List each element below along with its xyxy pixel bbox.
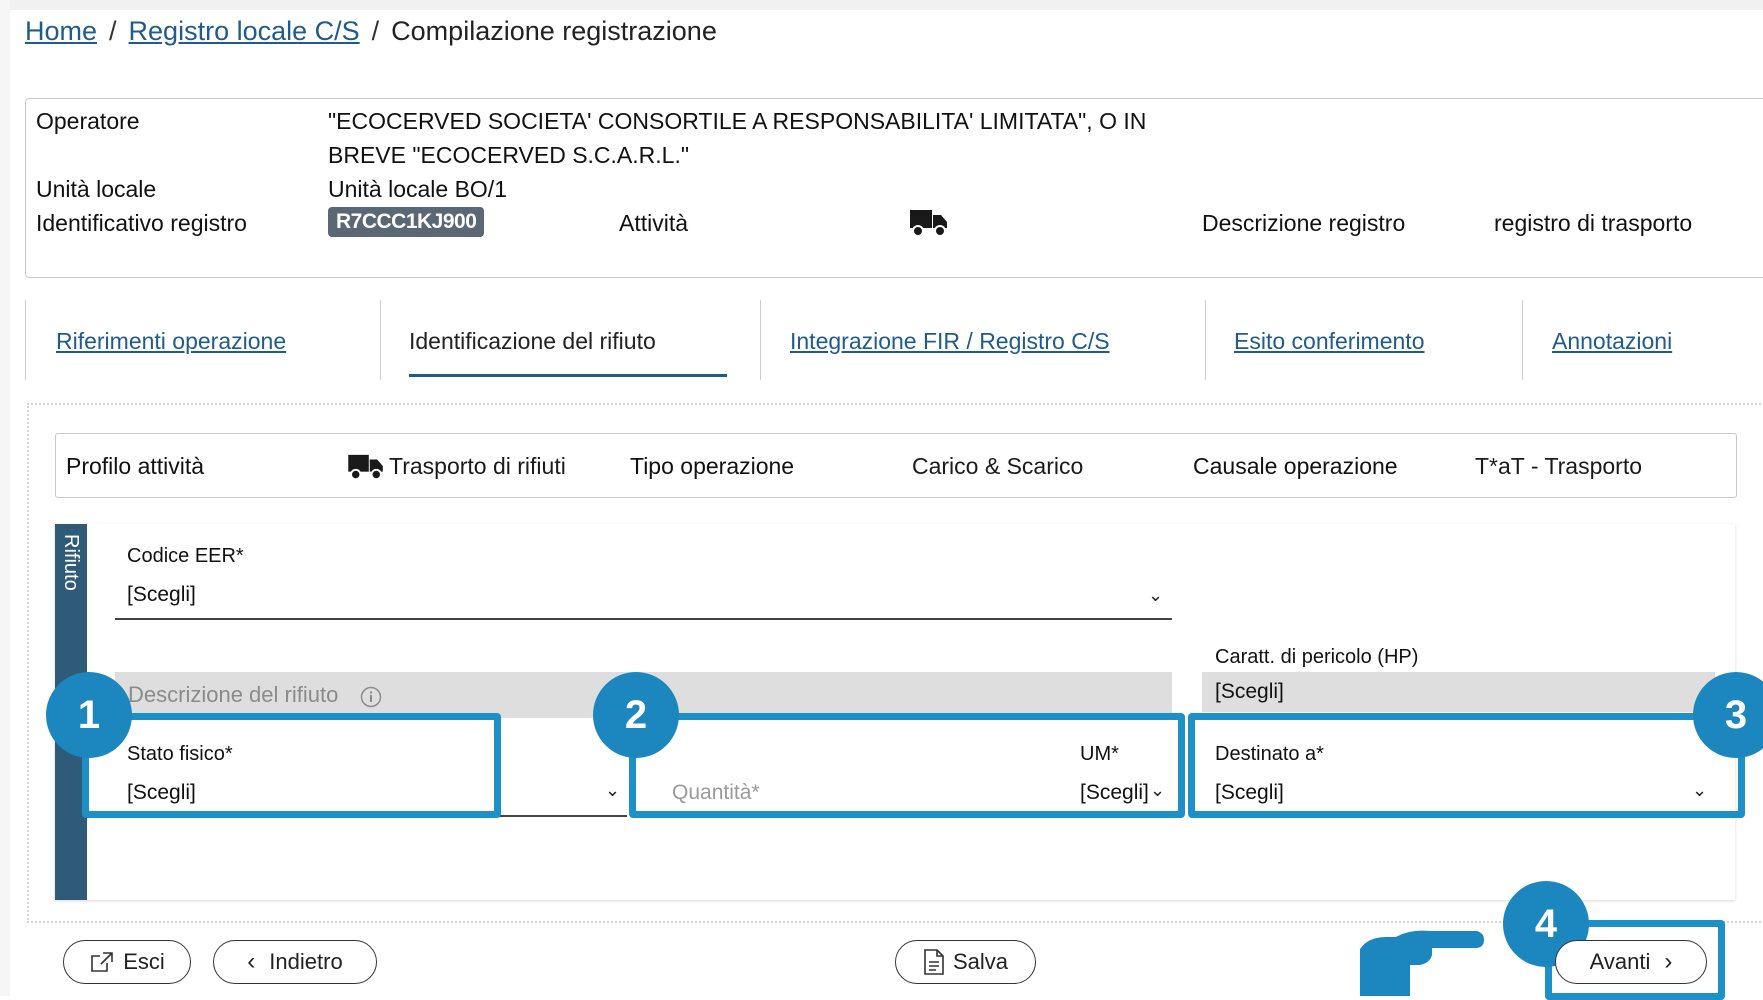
active-tab-underline — [409, 374, 727, 377]
esci-label: Esci — [123, 949, 165, 974]
breadcrumb-separator: / — [109, 16, 117, 46]
profilo-value: Trasporto di rifiuti — [389, 453, 566, 479]
breadcrumb-home[interactable]: Home — [25, 16, 97, 46]
chevron-down-icon[interactable]: ⌄ — [605, 780, 620, 801]
rifiuto-section-label: Rifiuto — [60, 534, 82, 591]
id-registro-label: Identificativo registro — [36, 210, 247, 236]
tab-riferimenti-operazione[interactable]: Riferimenti operazione — [25, 300, 381, 380]
tab-annotazioni[interactable]: Annotazioni — [1522, 300, 1763, 380]
truck-icon — [910, 210, 947, 237]
hp-value: [Scegli] — [1215, 680, 1284, 703]
profile-row: Profilo attività Trasporto di rifiuti Ti… — [55, 433, 1737, 498]
operatore-label: Operatore — [36, 108, 140, 134]
unita-value: Unità locale BO/1 — [328, 176, 507, 202]
tab-identificazione-rifiuto[interactable]: Identificazione del rifiuto — [380, 300, 761, 380]
tab-label[interactable]: Riferimenti operazione — [56, 328, 286, 354]
salva-label: Salva — [952, 949, 1009, 974]
pointing-hand-icon — [1360, 930, 1484, 996]
tab-label[interactable]: Annotazioni — [1552, 328, 1672, 354]
codice-eer-underline — [115, 618, 1172, 620]
breadcrumb-current: Compilazione registrazione — [391, 16, 717, 46]
avanti-button[interactable]: Avanti › — [1555, 940, 1707, 984]
top-gap — [0, 0, 1763, 10]
step-marker-2: 2 — [593, 672, 679, 758]
truck-icon — [348, 454, 383, 481]
salva-button[interactable]: Salva — [895, 940, 1036, 984]
chevron-left-icon: ‹ — [247, 948, 256, 975]
tab-label: Identificazione del rifiuto — [409, 328, 656, 354]
descrizione-rifiuto-placeholder: Descrizione del rifiuto — [128, 682, 339, 707]
tipo-operazione-value: Carico & Scarico — [912, 453, 1084, 479]
causale-operazione-label: Causale operazione — [1193, 453, 1398, 479]
descrizione-registro-value: registro di trasporto — [1494, 210, 1693, 236]
indietro-label: Indietro — [269, 949, 343, 974]
tab-integrazione-fir[interactable]: Integrazione FIR / Registro C/S — [760, 300, 1206, 380]
highlight-box-1 — [82, 713, 501, 818]
codice-eer-select[interactable]: [Scegli] — [127, 583, 196, 607]
esci-button[interactable]: Esci — [63, 940, 191, 984]
descrizione-registro-label: Descrizione registro — [1202, 210, 1406, 236]
causale-operazione-value: T*aT - Trasporto — [1475, 453, 1643, 479]
external-link-icon — [91, 952, 114, 972]
tipo-operazione-label: Tipo operazione — [630, 453, 795, 479]
tab-label[interactable]: Esito conferimento — [1234, 328, 1424, 354]
chevron-down-icon[interactable]: ⌄ — [1148, 585, 1163, 606]
document-icon — [924, 949, 944, 975]
breadcrumb-registro[interactable]: Registro locale C/S — [129, 16, 360, 46]
hp-select[interactable]: [Scegli] — [1202, 672, 1715, 712]
avanti-label: Avanti — [1589, 949, 1651, 974]
step-marker-1: 1 — [46, 672, 132, 758]
attivita-label: Attività — [619, 210, 689, 236]
hp-label: Caratt. di pericolo (HP) — [1215, 646, 1419, 668]
breadcrumb-separator: / — [371, 16, 380, 46]
info-icon[interactable] — [360, 686, 382, 708]
registry-info-box: Operatore "ECOCERVED SOCIETA' CONSORTILE… — [25, 98, 1763, 278]
highlight-box-2 — [629, 713, 1185, 818]
profilo-label: Profilo attività — [66, 453, 205, 479]
tab-bar: Riferimenti operazione Identificazione d… — [25, 300, 1763, 380]
id-registro-badge: R7CCC1KJ900 — [328, 207, 485, 237]
tab-label[interactable]: Integrazione FIR / Registro C/S — [790, 328, 1110, 354]
left-gap — [0, 0, 10, 996]
highlight-box-3 — [1188, 713, 1745, 818]
codice-eer-label: Codice EER* — [127, 545, 244, 567]
unita-label: Unità locale — [36, 176, 157, 202]
chevron-right-icon: › — [1664, 948, 1673, 975]
indietro-button[interactable]: ‹ Indietro — [213, 940, 377, 984]
tab-esito-conferimento[interactable]: Esito conferimento — [1205, 300, 1523, 380]
breadcrumb: Home / Registro locale C/S / Compilazione re… — [25, 16, 717, 47]
operatore-value-line1: "ECOCERVED SOCIETA' CONSORTILE A RESPONS… — [328, 108, 1147, 134]
operatore-value-line2: BREVE "ECOCERVED S.C.A.R.L." — [328, 142, 690, 168]
